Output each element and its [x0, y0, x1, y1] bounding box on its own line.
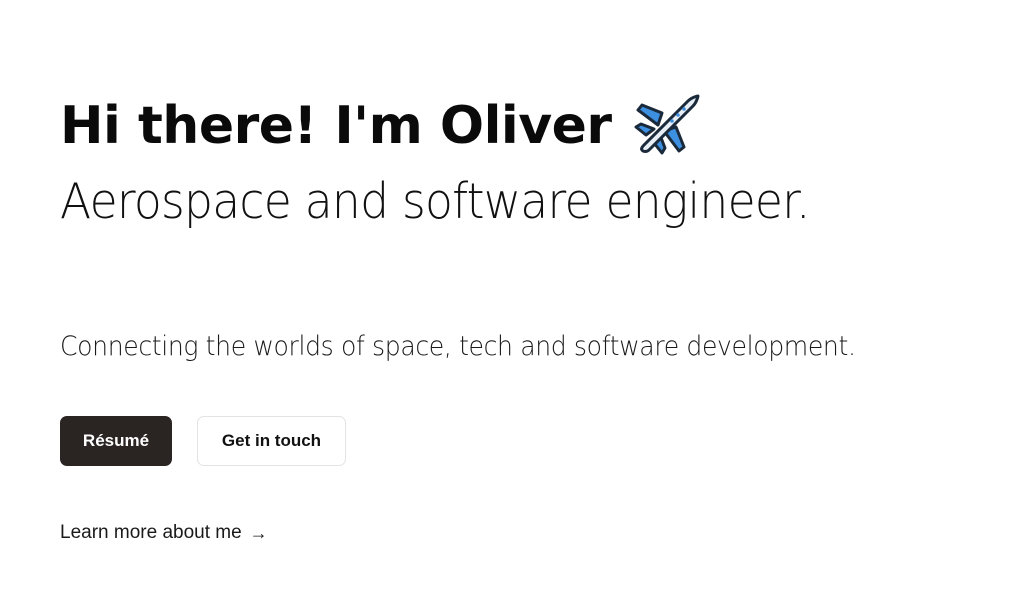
airplane-icon [632, 91, 702, 157]
headline: Hi there! I'm Oliver [60, 90, 702, 162]
tagline: Connecting the worlds of space, tech and… [60, 331, 856, 362]
learn-more-link[interactable]: Learn more about me → [60, 519, 268, 547]
get-in-touch-button[interactable]: Get in touch [197, 416, 346, 466]
hero-actions: Résumé Get in touch [60, 416, 346, 466]
headline-text: Hi there! I'm Oliver [60, 96, 612, 156]
resume-button[interactable]: Résumé [60, 416, 172, 466]
arrow-right-icon: → [249, 523, 268, 543]
learn-more-label: Learn more about me [60, 522, 242, 543]
subheadline: Aerospace and software engineer. [60, 173, 810, 230]
